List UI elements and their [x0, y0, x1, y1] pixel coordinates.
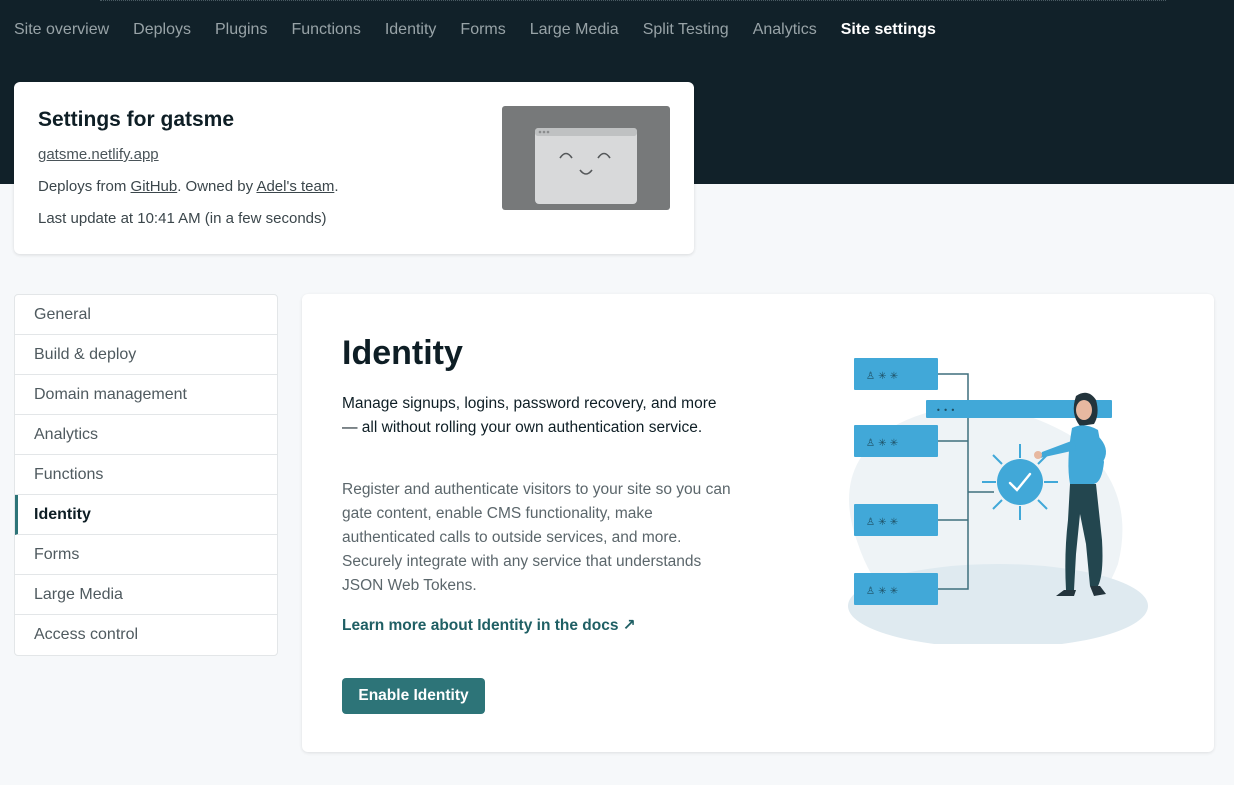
sidebar-item-domain-management[interactable]: Domain management — [15, 375, 277, 415]
nav-analytics[interactable]: Analytics — [741, 0, 829, 60]
identity-panel: Identity Manage signups, logins, passwor… — [302, 294, 1214, 752]
site-url-link[interactable]: gatsme.netlify.app — [38, 146, 159, 163]
sidebar-item-analytics[interactable]: Analytics — [15, 415, 277, 455]
site-summary-card: Settings for gatsme gatsme.netlify.app D… — [14, 82, 694, 254]
sidebar-item-identity[interactable]: Identity — [15, 495, 277, 535]
svg-text:• • •: • • • — [936, 406, 955, 415]
site-nav: Site overview Deploys Plugins Functions … — [0, 0, 948, 60]
sidebar-item-access-control[interactable]: Access control — [15, 615, 277, 655]
nav-deploys[interactable]: Deploys — [121, 0, 203, 60]
enable-identity-button[interactable]: Enable Identity — [342, 678, 485, 714]
owned-prefix: . Owned by — [177, 178, 257, 195]
identity-title: Identity — [342, 334, 463, 372]
nav-identity[interactable]: Identity — [373, 0, 449, 60]
nav-forms[interactable]: Forms — [448, 0, 517, 60]
nav-plugins[interactable]: Plugins — [203, 0, 279, 60]
github-link[interactable]: GitHub — [131, 178, 178, 195]
nav-split-testing[interactable]: Split Testing — [631, 0, 741, 60]
svg-text:♙ ✳ ✳: ♙ ✳ ✳ — [866, 586, 898, 597]
svg-text:♙ ✳ ✳: ♙ ✳ ✳ — [866, 517, 898, 528]
owned-suffix: . — [334, 178, 339, 195]
nav-large-media[interactable]: Large Media — [518, 0, 631, 60]
nav-site-settings[interactable]: Site settings — [829, 0, 948, 60]
sidebar-item-large-media[interactable]: Large Media — [15, 575, 277, 615]
identity-illustration: ♙ ✳ ✳ ♙ ✳ ✳ ♙ ✳ ✳ ♙ ✳ ✳ • • • — [848, 358, 1148, 644]
sidebar-item-general[interactable]: General — [15, 295, 277, 335]
team-link[interactable]: Adel's team — [256, 178, 334, 195]
site-deploy-info: Deploys from GitHub. Owned by Adel's tea… — [38, 178, 339, 195]
identity-lead: Manage signups, logins, password recover… — [342, 395, 717, 436]
site-title: Settings for gatsme — [38, 108, 235, 131]
identity-docs-link[interactable]: Learn more about Identity in the docs ↗ — [342, 616, 636, 635]
nav-functions[interactable]: Functions — [279, 0, 372, 60]
identity-description: Register and authenticate visitors to yo… — [342, 481, 731, 594]
last-update: Last update at 10:41 AM (in a few second… — [38, 210, 327, 227]
svg-text:♙ ✳ ✳: ♙ ✳ ✳ — [866, 371, 898, 382]
deploys-prefix: Deploys from — [38, 178, 131, 195]
svg-text:♙ ✳ ✳: ♙ ✳ ✳ — [866, 438, 898, 449]
sidebar-item-forms[interactable]: Forms — [15, 535, 277, 575]
sidebar-item-build-deploy[interactable]: Build & deploy — [15, 335, 277, 375]
site-preview-thumbnail[interactable] — [502, 106, 670, 210]
sidebar-item-functions[interactable]: Functions — [15, 455, 277, 495]
settings-sidebar: General Build & deploy Domain management… — [14, 294, 278, 656]
smiley-browser-icon — [535, 128, 637, 204]
nav-site-overview[interactable]: Site overview — [0, 0, 121, 60]
